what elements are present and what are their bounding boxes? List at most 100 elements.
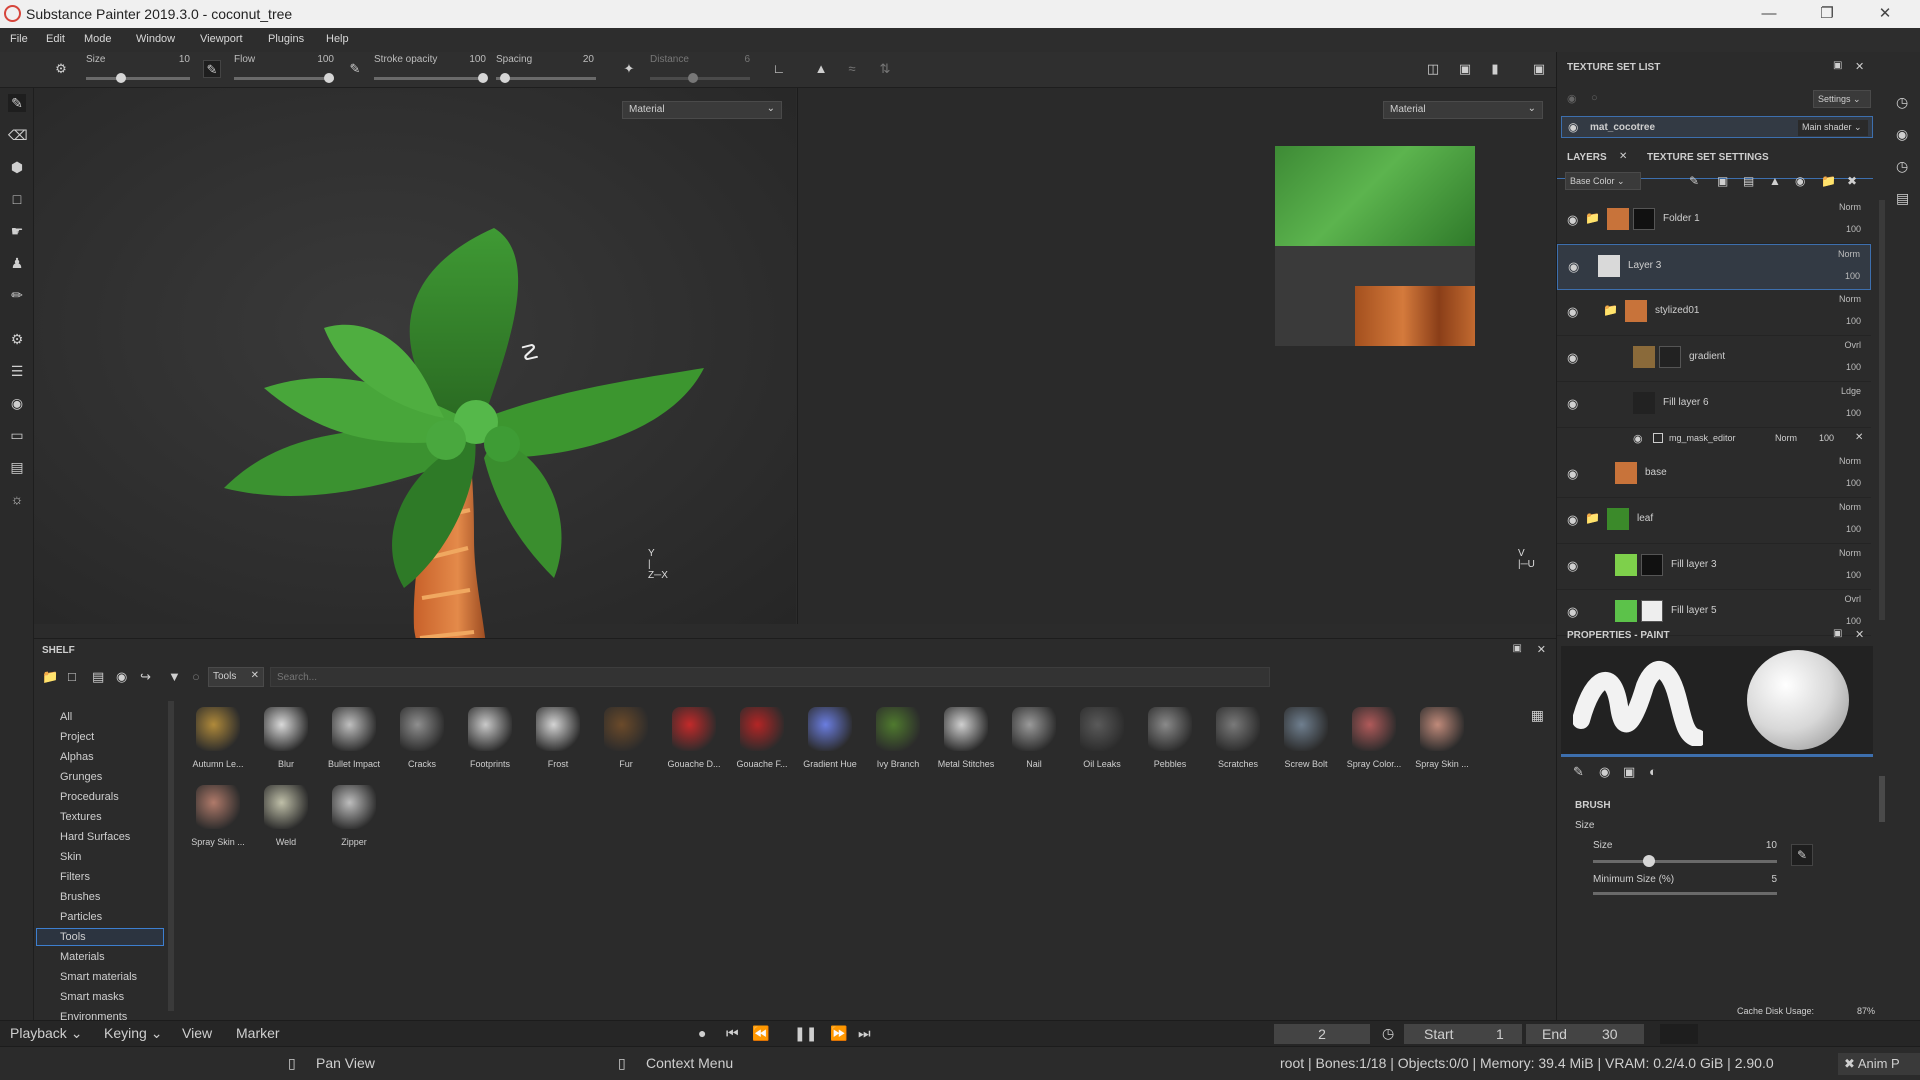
shelf-category-alphas[interactable]: Alphas (60, 751, 94, 763)
float-panel-icon[interactable]: ▣ (1833, 60, 1842, 71)
texture-set-settings-button[interactable]: Settings ⌄ (1813, 90, 1871, 108)
start-frame-field[interactable]: Start 1 (1404, 1024, 1522, 1044)
shelf-categories-scrollbar[interactable] (168, 701, 174, 1011)
close-window-button[interactable]: ✕ (1862, 3, 1908, 25)
lazy-mouse-icon[interactable]: ✦ (620, 60, 638, 78)
import-icon[interactable]: ▤ (92, 669, 104, 685)
layer-mask-thumbnail[interactable] (1641, 600, 1663, 622)
clock-icon[interactable]: ◷ (1896, 158, 1908, 175)
folder-icon[interactable]: 📁 (42, 669, 58, 685)
eye-icon[interactable]: ◉ (1567, 604, 1578, 620)
layer-opacity[interactable]: 100 (1846, 524, 1861, 534)
shelf-item[interactable]: Spray Skin ... (1408, 707, 1476, 785)
close-anim-icon[interactable]: ✖ (1844, 1056, 1855, 1071)
mask-effect-opacity[interactable]: 100 (1819, 433, 1834, 443)
record-button[interactable]: ● (698, 1025, 706, 1041)
layer-opacity[interactable]: 100 (1846, 616, 1861, 626)
layer-blend-mode[interactable]: Ldge (1841, 386, 1861, 396)
eraser-tool-icon[interactable]: ⌫ (8, 126, 28, 144)
shelf-category-tools[interactable]: Tools (60, 931, 86, 943)
add-folder-icon[interactable]: 📁 (1821, 174, 1836, 188)
clone-tool-icon[interactable]: ♟ (8, 254, 26, 272)
layer-row[interactable]: ◉ Fill layer 3 Norm 100 (1557, 544, 1871, 590)
flow-pressure-icon[interactable]: ✎ (346, 60, 364, 78)
shelf-item[interactable]: Pebbles (1136, 707, 1204, 785)
eye-icon[interactable]: ◉ (1568, 120, 1578, 134)
layer-blend-mode[interactable]: Norm (1839, 548, 1861, 558)
restore-button[interactable]: ❐ (1804, 3, 1850, 25)
shelf-category-filters[interactable]: Filters (60, 871, 90, 883)
layer-opacity[interactable]: 100 (1846, 362, 1861, 372)
clear-filter-icon[interactable]: ○ (192, 669, 200, 684)
material-tab-icon[interactable]: ◉ (1599, 764, 1610, 780)
shelf-item[interactable]: Footprints (456, 707, 524, 785)
shelf-category-project[interactable]: Project (60, 731, 94, 743)
eye-icon[interactable]: ◉ (1567, 350, 1578, 366)
brush-size-slider-knob[interactable] (1643, 855, 1655, 867)
shelf-item[interactable]: Gradient Hue (796, 707, 864, 785)
layer-blend-mode[interactable]: Norm (1838, 249, 1860, 259)
layer-row[interactable]: ◉ base Norm 100 (1557, 452, 1871, 498)
menu-plugins[interactable]: Plugins (268, 33, 304, 45)
tab-layers[interactable]: LAYERS (1567, 152, 1607, 163)
shelf-item[interactable]: Ivy Branch (864, 707, 932, 785)
eye-icon[interactable]: ◉ (1567, 396, 1578, 412)
add-mask-icon[interactable]: ▣ (1717, 174, 1728, 188)
remove-effect-icon[interactable]: ✕ (1855, 432, 1863, 443)
menu-viewport[interactable]: Viewport (200, 33, 243, 45)
viewport-2d[interactable]: Material ⌄ V |─U (797, 88, 1555, 624)
layer-row[interactable]: ◉ 📁 Folder 1 Norm 100 (1557, 198, 1871, 244)
viewport-3d[interactable]: Material ⌄ ☡ Y | Z─X (34, 88, 796, 691)
texture-set-row[interactable]: ◉ mat_cocotree Main shader ⌄ (1561, 116, 1873, 138)
layer-opacity[interactable]: 100 (1846, 224, 1861, 234)
shelf-item[interactable]: Weld (252, 785, 320, 863)
size-pressure-icon[interactable]: ✎ (1791, 844, 1813, 866)
current-frame-field[interactable]: 2 (1274, 1024, 1370, 1044)
photoshop-export-icon[interactable]: ▭ (8, 426, 26, 444)
add-fill-layer-icon[interactable]: ▲ (1769, 174, 1781, 188)
shelf-item[interactable]: Spray Skin ... (184, 785, 252, 863)
layer-mask-thumbnail[interactable] (1659, 346, 1681, 368)
distance-slider-knob[interactable] (688, 73, 698, 83)
shelf-item[interactable]: Gouache F... (728, 707, 796, 785)
layer-blend-mode[interactable]: Norm (1839, 502, 1861, 512)
float-panel-icon[interactable]: ▣ (1513, 643, 1522, 654)
pause-button[interactable]: ❚❚ (794, 1025, 817, 1042)
channel-select[interactable]: Base Color ⌄ (1565, 172, 1641, 190)
shelf-category-smart-masks[interactable]: Smart masks (60, 991, 124, 1003)
end-frame-field[interactable]: End 30 (1526, 1024, 1644, 1044)
layer-blend-mode[interactable]: Norm (1839, 456, 1861, 466)
split-view-icon[interactable]: ◫ (1424, 60, 1442, 78)
viewer-settings-icon[interactable]: ☰ (8, 362, 26, 380)
layer-opacity[interactable]: 100 (1846, 316, 1861, 326)
alignment-icon[interactable]: ≈ (843, 60, 861, 78)
shelf-item[interactable]: Metal Stitches (932, 707, 1000, 785)
shelf-item[interactable]: Nail (1000, 707, 1068, 785)
symmetry-icon[interactable]: ∟ (770, 60, 788, 78)
keying-menu[interactable]: Keying ⌄ (104, 1025, 162, 1042)
flow-slider-knob[interactable] (324, 73, 334, 83)
filter-icon[interactable]: ▼ (168, 669, 181, 684)
spacing-slider[interactable] (496, 77, 596, 80)
anim-toggle[interactable]: ✖ Anim P (1838, 1053, 1920, 1075)
cube-view-icon[interactable]: ▣ (1456, 60, 1474, 78)
shelf-category-grunges[interactable]: Grunges (60, 771, 102, 783)
eye-icon[interactable]: ◉ (1633, 432, 1643, 445)
flow-slider[interactable] (234, 77, 334, 80)
layer-blend-mode[interactable]: Norm (1839, 202, 1861, 212)
menu-file[interactable]: File (10, 33, 28, 45)
alpha-tab-icon[interactable]: ▣ (1623, 764, 1635, 780)
shelf-category-brushes[interactable]: Brushes (60, 891, 100, 903)
close-shelf-icon[interactable]: ✕ (1537, 643, 1546, 656)
hide-icon[interactable]: ◉ (116, 669, 127, 685)
shelf-category-procedurals[interactable]: Procedurals (60, 791, 119, 803)
layer-opacity[interactable]: 100 (1846, 478, 1861, 488)
layer-row[interactable]: ◉ Fill layer 6 Ldge 100 (1557, 382, 1871, 428)
projection-tool-icon[interactable]: ⬢ (8, 158, 26, 176)
shelf-item[interactable]: Autumn Le... (184, 707, 252, 785)
shelf-category-textures[interactable]: Textures (60, 811, 102, 823)
menu-edit[interactable]: Edit (46, 33, 65, 45)
plugin-icon[interactable]: ☼ (8, 490, 26, 508)
bake-icon[interactable]: ⚙ (8, 330, 26, 348)
frame-clock-icon[interactable]: ◷ (1382, 1025, 1394, 1042)
